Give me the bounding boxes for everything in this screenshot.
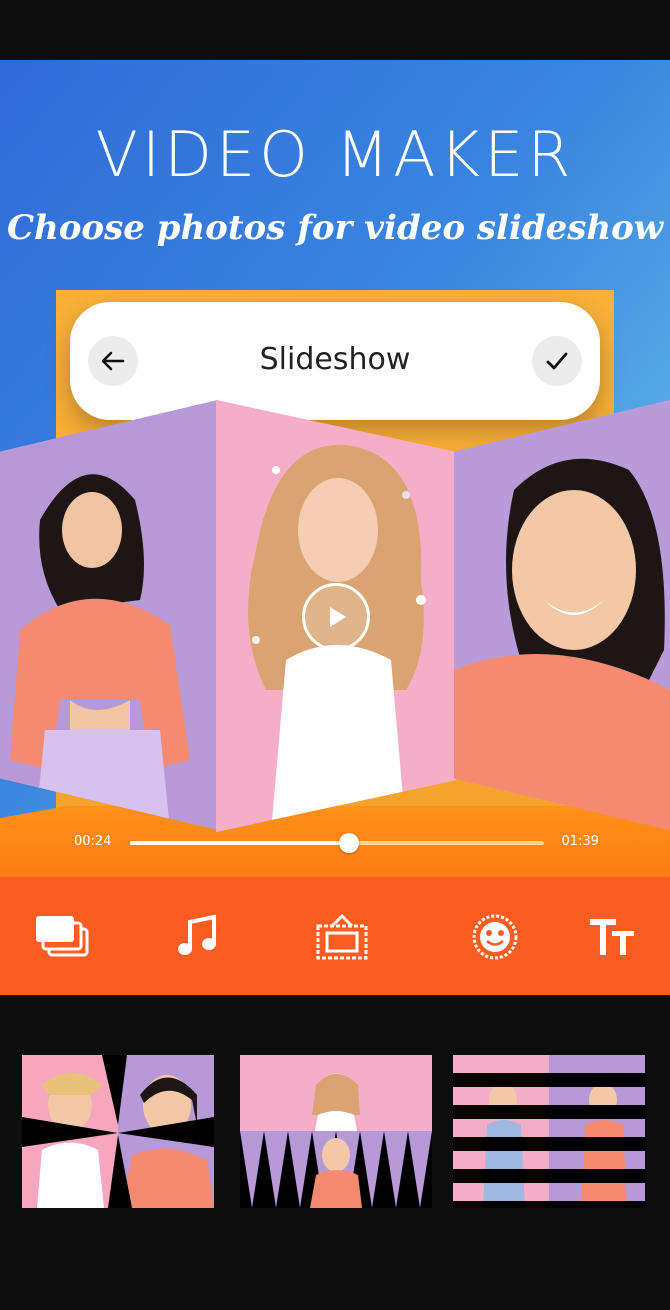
play-button[interactable] — [302, 583, 370, 651]
total-time: 01:39 — [561, 834, 599, 849]
music-tool-button[interactable] — [157, 897, 237, 977]
header-title: Slideshow — [259, 342, 411, 377]
text-icon — [590, 919, 634, 955]
transition-thumbnail[interactable] — [453, 1055, 645, 1208]
music-note-icon — [178, 914, 216, 955]
transition-thumbnail[interactable] — [240, 1055, 432, 1208]
seek-thumb[interactable] — [339, 833, 360, 853]
photo-panel-left — [0, 400, 218, 830]
frame-tool-button[interactable] — [302, 897, 382, 977]
slideshow-header: Slideshow — [70, 302, 600, 420]
current-time: 00:24 — [74, 834, 112, 849]
frame-icon — [316, 913, 368, 960]
app-subtitle: Choose photos for video slideshow — [6, 208, 664, 248]
editor-toolbar — [0, 877, 670, 995]
emoji-sticker-icon — [472, 914, 518, 960]
woman-photo-right — [454, 400, 670, 830]
images-stack-icon — [36, 916, 89, 957]
app-title: VIDEO MAKER — [95, 118, 575, 191]
sticker-tool-button[interactable] — [455, 897, 535, 977]
collage-transition-preview — [22, 1055, 214, 1208]
photo-panel-right — [454, 400, 670, 830]
transition-list — [0, 1055, 670, 1210]
woman-photo-left — [0, 400, 218, 830]
seek-track[interactable] — [130, 833, 544, 853]
playback-progress: 00:24 01:39 — [74, 830, 599, 854]
triangles-transition-preview — [240, 1055, 432, 1208]
text-tool-button[interactable] — [572, 897, 652, 977]
seek-fill — [130, 841, 350, 845]
play-icon — [330, 607, 346, 627]
transition-thumbnail[interactable] — [22, 1055, 214, 1208]
stripes-transition-preview — [453, 1055, 645, 1208]
app-screen: VIDEO MAKER Choose photos for video slid… — [0, 0, 670, 1310]
images-tool-button[interactable] — [22, 897, 102, 977]
confirm-button[interactable] — [532, 336, 582, 386]
check-icon — [546, 352, 568, 370]
